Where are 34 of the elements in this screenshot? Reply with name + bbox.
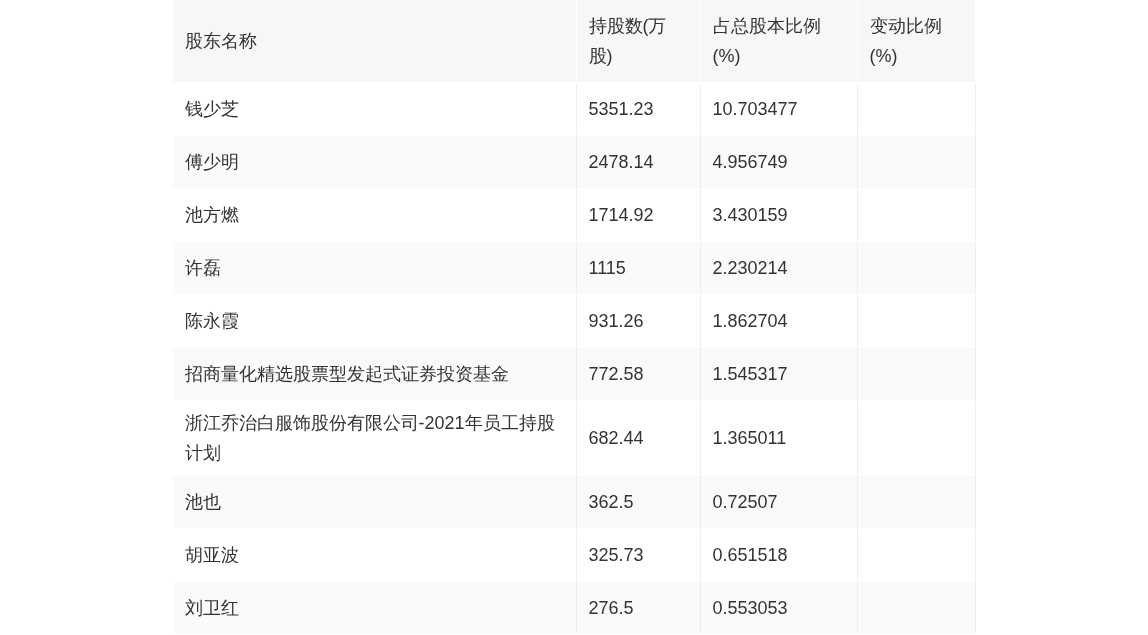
table-cell: 1.545317 [700, 348, 858, 400]
table-cell: 276.5 [576, 582, 701, 634]
table-cell: 胡亚波 [172, 529, 577, 581]
table-cell: 3.430159 [700, 189, 858, 241]
table-cell: 0.553053 [700, 582, 858, 634]
table-cell: 陈永霞 [172, 295, 577, 347]
table-cell: 682.44 [576, 401, 701, 475]
column-header: 变动比例(%) [857, 0, 976, 82]
column-header: 持股数(万股) [576, 0, 701, 82]
table-cell: 0.651518 [700, 529, 858, 581]
table-cell: 1714.92 [576, 189, 701, 241]
table-cell: 招商量化精选股票型发起式证券投资基金 [172, 348, 577, 400]
table-cell: 772.58 [576, 348, 701, 400]
table-cell: 362.5 [576, 476, 701, 528]
table-cell: 2.230214 [700, 242, 858, 294]
column-header: 股东名称 [172, 0, 577, 82]
table-cell: 钱少芝 [172, 83, 577, 135]
table-cell: 4.956749 [700, 136, 858, 188]
column-header: 占总股本比例(%) [700, 0, 858, 82]
table-cell: 1.862704 [700, 295, 858, 347]
table-cell: 0.72507 [700, 476, 858, 528]
table-cell: 5351.23 [576, 83, 701, 135]
table-cell: 10.703477 [700, 83, 858, 135]
table-cell: 325.73 [576, 529, 701, 581]
table-cell: 池也 [172, 476, 577, 528]
table-cell: 许磊 [172, 242, 577, 294]
table-cell: 1.365011 [700, 401, 858, 475]
table-cell: 931.26 [576, 295, 701, 347]
table-cell: 1115 [576, 242, 701, 294]
table-cell: 刘卫红 [172, 582, 577, 634]
table-cell: 2478.14 [576, 136, 701, 188]
table-cell: 傅少明 [172, 136, 577, 188]
table-cell: 浙江乔治白服饰股份有限公司-2021年员工持股计划 [172, 401, 577, 475]
table-cell: 池方燃 [172, 189, 577, 241]
